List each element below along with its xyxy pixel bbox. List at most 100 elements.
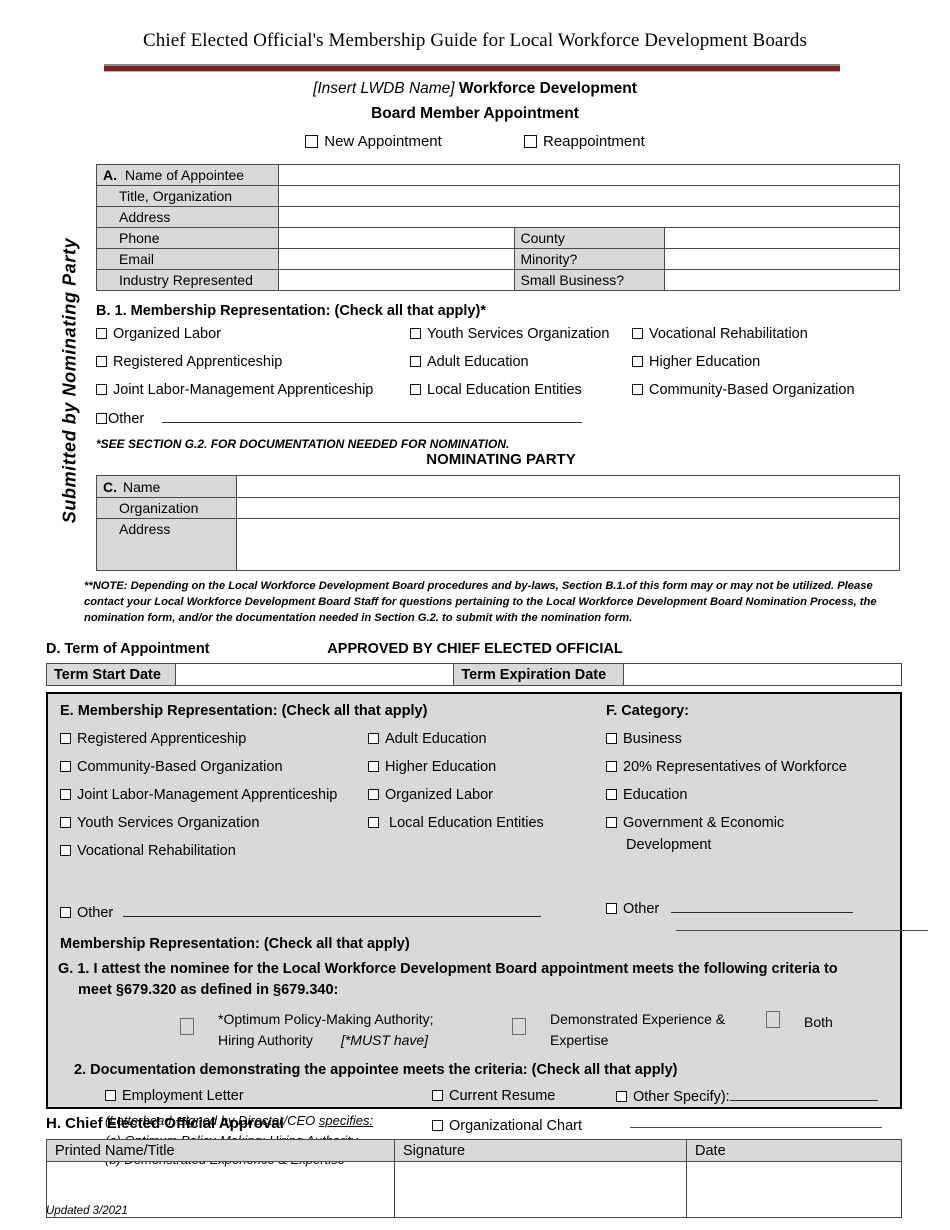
approval-signature-table: Printed Name/Title Signature Date xyxy=(46,1139,902,1218)
checkbox-icon[interactable] xyxy=(616,1091,627,1102)
checkbox-icon[interactable] xyxy=(96,413,107,424)
field-nominator-organization[interactable] xyxy=(236,497,900,519)
other-b-input-line[interactable] xyxy=(162,410,583,423)
membership-representation-heading: Membership Representation: (Check all th… xyxy=(60,936,410,952)
checkbox-youth-services-organization[interactable]: Youth Services Organization xyxy=(410,326,632,342)
checkbox-e-community-based-organization[interactable]: Community-Based Organization xyxy=(60,759,370,775)
other-e-input-line[interactable] xyxy=(123,904,542,917)
checkbox-higher-education[interactable]: Higher Education xyxy=(632,354,892,370)
section-b: B. 1. Membership Representation: (Check … xyxy=(96,303,906,451)
checkbox-icon[interactable] xyxy=(60,845,71,856)
field-address[interactable] xyxy=(278,206,900,228)
checkbox-f-government-economic-development[interactable]: Government & Economic xyxy=(606,815,896,831)
checkbox-organizational-chart[interactable]: Organizational Chart xyxy=(432,1118,632,1134)
checkbox-vocational-rehabilitation[interactable]: Vocational Rehabilitation xyxy=(632,326,892,342)
checkbox-icon[interactable] xyxy=(606,789,617,800)
field-minority[interactable] xyxy=(663,248,900,270)
checkbox-local-education-entities[interactable]: Local Education Entities xyxy=(410,382,632,398)
field-small-business[interactable] xyxy=(663,269,900,291)
checkbox-organized-labor[interactable]: Organized Labor xyxy=(96,326,410,342)
checkbox-icon[interactable] xyxy=(60,761,71,772)
checkbox-icon[interactable] xyxy=(368,761,379,772)
checkbox-icon[interactable] xyxy=(524,135,537,148)
checkbox-other-b[interactable]: Other xyxy=(96,410,906,427)
checkbox-e-youth-services-organization[interactable]: Youth Services Organization xyxy=(60,815,370,831)
checkbox-icon[interactable] xyxy=(60,817,71,828)
reappointment-option[interactable]: Reappointment xyxy=(524,133,645,150)
row-label-title-org: Title, Organization xyxy=(96,185,279,207)
checkbox-other-specify[interactable]: Other Specify): xyxy=(616,1088,906,1105)
checkbox-e-vocational-rehabilitation[interactable]: Vocational Rehabilitation xyxy=(60,843,370,859)
section-e-heading: E. Membership Representation: (Check all… xyxy=(60,703,428,719)
form-subtitle-2: Board Member Appointment xyxy=(371,105,579,122)
checkbox-e-organized-labor[interactable]: Organized Labor xyxy=(368,787,598,803)
checkbox-icon[interactable] xyxy=(305,135,319,148)
field-title-organization[interactable] xyxy=(278,185,900,207)
checkbox-icon[interactable] xyxy=(105,1090,116,1101)
checkbox-employment-letter[interactable]: Employment Letter xyxy=(105,1088,435,1104)
checkbox-f-business[interactable]: Business xyxy=(606,731,896,747)
other-f-input-line[interactable] xyxy=(671,900,854,913)
checkbox-f-education[interactable]: Education xyxy=(606,787,896,803)
field-name-of-appointee[interactable] xyxy=(278,164,900,186)
checkbox-icon[interactable] xyxy=(368,733,379,744)
checkbox-f-other[interactable]: Other xyxy=(606,900,854,917)
field-signature[interactable] xyxy=(394,1161,687,1218)
checkbox-icon[interactable] xyxy=(632,356,643,367)
table-row xyxy=(46,1161,902,1218)
checkbox-f-20-percent-representatives[interactable]: 20% Representatives of Workforce xyxy=(606,759,896,775)
other-f-input-line-2[interactable] xyxy=(676,930,928,931)
checkbox-icon[interactable] xyxy=(606,903,617,914)
field-county[interactable] xyxy=(663,227,900,249)
table-row: Email Minority? xyxy=(96,248,900,270)
checkbox-e-higher-education[interactable]: Higher Education xyxy=(368,759,598,775)
checkbox-e-local-education-entities[interactable]: Local Education Entities xyxy=(368,815,598,831)
checkbox-icon[interactable] xyxy=(368,817,379,828)
checkbox-icon[interactable] xyxy=(96,384,107,395)
checkbox-registered-apprenticeship[interactable]: Registered Apprenticeship xyxy=(96,354,410,370)
checkbox-icon[interactable] xyxy=(606,761,617,772)
checkbox-icon[interactable] xyxy=(60,907,71,918)
other-specify-input-line[interactable] xyxy=(729,1088,878,1101)
field-phone[interactable] xyxy=(278,227,515,249)
checkbox-icon[interactable] xyxy=(432,1120,443,1131)
nominating-party-note: **NOTE: Depending on the Local Workforce… xyxy=(84,580,877,625)
checkbox-current-resume[interactable]: Current Resume xyxy=(432,1088,632,1104)
checkbox-icon[interactable] xyxy=(368,789,379,800)
checkbox-e-joint-labor-management-apprenticeship[interactable]: Joint Labor-Management Apprenticeship xyxy=(60,787,370,803)
field-nominator-name[interactable] xyxy=(236,475,900,498)
field-nominator-address[interactable] xyxy=(236,518,900,571)
checkbox-icon[interactable] xyxy=(512,1018,526,1035)
checkbox-community-based-organization[interactable]: Community-Based Organization xyxy=(632,382,892,398)
checkbox-e-other[interactable]: Other xyxy=(60,904,542,921)
option-demonstrated-experience[interactable]: Demonstrated Experience & Expertise xyxy=(512,1009,752,1051)
checkbox-icon[interactable] xyxy=(766,1011,780,1028)
checkbox-icon[interactable] xyxy=(632,384,643,395)
checkbox-icon[interactable] xyxy=(632,328,643,339)
other-specify-line-2[interactable] xyxy=(630,1127,882,1128)
field-date[interactable] xyxy=(686,1161,902,1218)
checkbox-icon[interactable] xyxy=(606,733,617,744)
checkbox-icon[interactable] xyxy=(60,733,71,744)
new-appointment-option[interactable]: New Appointment xyxy=(305,133,442,150)
checkbox-e-adult-education[interactable]: Adult Education xyxy=(368,731,598,747)
field-industry-represented[interactable] xyxy=(278,269,515,291)
checkbox-joint-labor-management-apprenticeship[interactable]: Joint Labor-Management Apprenticeship xyxy=(96,382,410,398)
checkbox-e-registered-apprenticeship[interactable]: Registered Apprenticeship xyxy=(60,731,370,747)
field-term-start-date[interactable] xyxy=(175,663,455,686)
checkbox-icon[interactable] xyxy=(96,328,107,339)
checkbox-icon[interactable] xyxy=(410,356,421,367)
checkbox-icon[interactable] xyxy=(432,1090,443,1101)
checkbox-icon[interactable] xyxy=(410,328,421,339)
checkbox-icon[interactable] xyxy=(606,817,617,828)
checkbox-icon[interactable] xyxy=(96,356,107,367)
checkbox-icon[interactable] xyxy=(180,1018,194,1035)
option-optimum-policy-making[interactable]: *Optimum Policy-Making Authority; Hiring… xyxy=(180,1009,510,1051)
new-appointment-label: New Appointment xyxy=(324,133,442,150)
field-email[interactable] xyxy=(278,248,515,270)
checkbox-adult-education[interactable]: Adult Education xyxy=(410,354,632,370)
field-term-expiration-date[interactable] xyxy=(623,663,902,686)
checkbox-icon[interactable] xyxy=(60,789,71,800)
checkbox-icon[interactable] xyxy=(410,384,421,395)
option-both[interactable]: Both xyxy=(766,1009,896,1033)
